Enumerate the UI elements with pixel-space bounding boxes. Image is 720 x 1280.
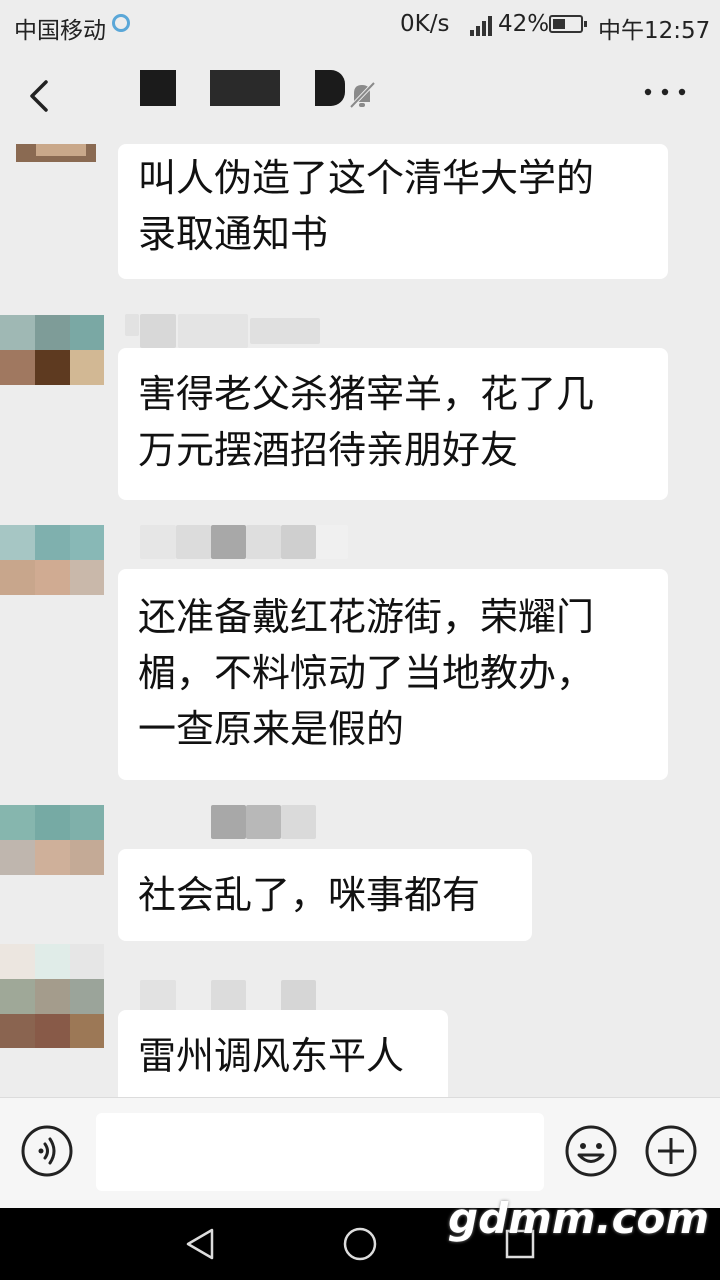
redacted-name-block [250, 318, 320, 344]
clock: 中午12:57 [598, 18, 711, 44]
hd-icon [112, 14, 130, 32]
avatar[interactable] [0, 525, 104, 595]
redacted-name-block [281, 805, 316, 839]
redacted-name-block [178, 314, 248, 348]
plus-icon[interactable] [644, 1124, 698, 1178]
redacted-name-block [125, 314, 139, 336]
avatar[interactable] [0, 944, 104, 1048]
nav-home-icon[interactable] [340, 1224, 380, 1264]
redacted-name-block [176, 525, 211, 559]
avatar[interactable] [0, 805, 104, 875]
chevron-left-icon[interactable] [20, 76, 60, 116]
redacted-title-block [210, 70, 280, 106]
network-speed: 0K/s [400, 11, 450, 37]
redacted-name-block [140, 525, 176, 559]
chat-area[interactable]: 叫人伪造了这个清华大学的 录取通知书 害得老父杀猪宰羊，花了几 万元摆酒招待亲朋… [0, 144, 720, 1097]
signal-icon [470, 16, 492, 36]
watermark: gdmm.com [448, 1194, 710, 1243]
battery-icon [549, 15, 587, 33]
redacted-title-block [140, 70, 176, 106]
avatar[interactable] [16, 144, 96, 162]
redacted-name-block [281, 980, 316, 1014]
emoji-icon[interactable] [564, 1124, 618, 1178]
avatar[interactable] [0, 315, 104, 385]
redacted-name-block [281, 525, 316, 559]
message-bubble[interactable]: 害得老父杀猪宰羊，花了几 万元摆酒招待亲朋好友 [118, 348, 668, 500]
message-bubble[interactable]: 雷州调风东平人 [118, 1010, 448, 1097]
redacted-name-block [316, 525, 348, 559]
message-bubble[interactable]: 叫人伪造了这个清华大学的 录取通知书 [118, 144, 668, 279]
redacted-name-block [246, 805, 281, 839]
redacted-name-block [140, 314, 176, 348]
redacted-name-block [246, 525, 281, 559]
redacted-name-block [211, 525, 246, 559]
status-bar: 中国移动 0K/s 42% 中午12:57 [0, 0, 720, 50]
message-bubble[interactable]: 社会乱了，咪事都有 [118, 849, 532, 941]
carrier-label: 中国移动 [14, 18, 106, 44]
redacted-name-block [211, 805, 246, 839]
redacted-name-block [211, 980, 246, 1014]
redacted-title-block [315, 70, 345, 106]
voice-icon[interactable] [20, 1124, 74, 1178]
message-input[interactable] [96, 1113, 544, 1191]
battery-percent: 42% [498, 11, 550, 37]
nav-back-icon[interactable] [180, 1224, 220, 1264]
bell-off-icon [349, 81, 376, 109]
chat-header [0, 50, 720, 144]
more-dots-icon[interactable] [640, 82, 690, 102]
message-bubble[interactable]: 还准备戴红花游街，荣耀门 楣，不料惊动了当地教办， 一查原来是假的 [118, 569, 668, 780]
redacted-name-block [140, 980, 176, 1014]
input-bar [0, 1097, 720, 1208]
